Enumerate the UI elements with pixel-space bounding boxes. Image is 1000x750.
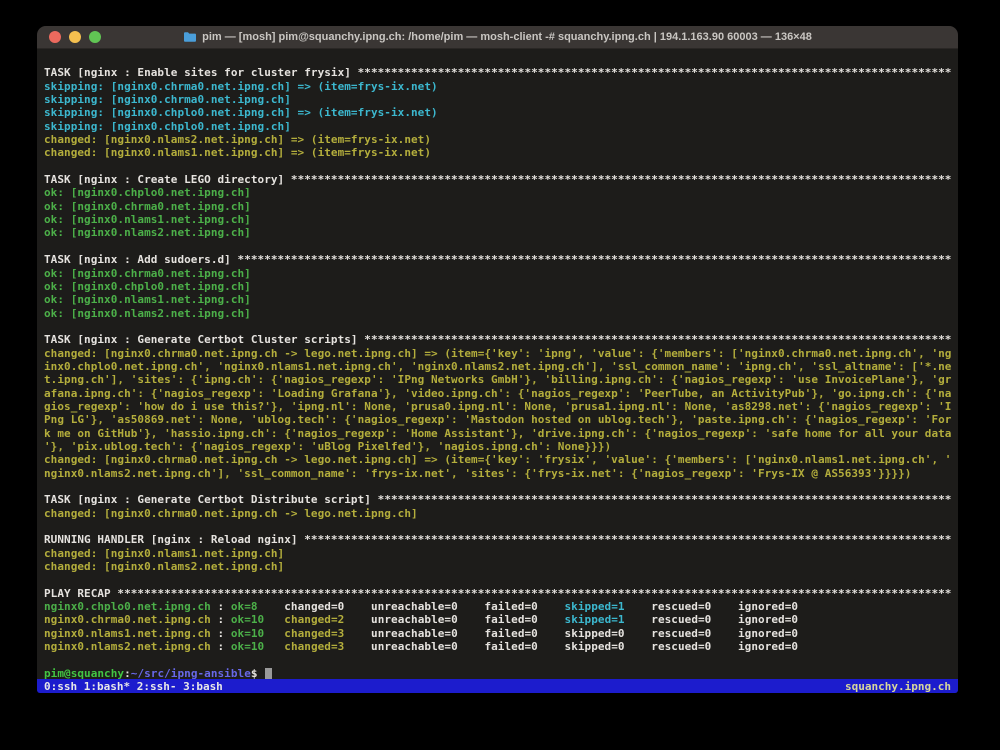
close-button[interactable] xyxy=(49,31,61,43)
terminal-line: changed: [nginx0.nlams2.net.ipng.ch] => … xyxy=(44,133,952,146)
folder-icon xyxy=(183,31,197,43)
terminal-line: nginx0.chplo0.net.ipng.ch : ok=8 changed… xyxy=(44,600,952,613)
tmux-window-list: 0:ssh 1:bash* 2:ssh- 3:bash xyxy=(44,680,223,693)
terminal-line xyxy=(44,480,952,493)
terminal-line: changed: [nginx0.chrma0.net.ipng.ch -> l… xyxy=(44,453,952,466)
zoom-button[interactable] xyxy=(89,31,101,43)
terminal-output[interactable]: TASK [nginx : Enable sites for cluster f… xyxy=(37,49,958,679)
terminal-line: skipping: [nginx0.chrma0.net.ipng.ch] xyxy=(44,93,952,106)
terminal-line: skipping: [nginx0.chrma0.net.ipng.ch] =>… xyxy=(44,80,952,93)
terminal-line: ok: [nginx0.nlams1.net.ipng.ch] xyxy=(44,213,952,226)
terminal-line: ok: [nginx0.nlams2.net.ipng.ch] xyxy=(44,226,952,239)
terminal-line: changed: [nginx0.chrma0.net.ipng.ch -> l… xyxy=(44,347,952,360)
terminal-line: nginx0.chrma0.net.ipng.ch : ok=10 change… xyxy=(44,613,952,626)
terminal-line xyxy=(44,520,952,533)
window-title-text: pim — [mosh] pim@squanchy.ipng.ch: /home… xyxy=(202,31,812,43)
terminal-line: k me on GitHub'}, 'hassio.ipng.ch': {'na… xyxy=(44,427,952,440)
terminal-line: inx0.chplo0.net.ipng.ch', 'nginx0.nlams1… xyxy=(44,360,952,373)
terminal-line: ok: [nginx0.chrma0.net.ipng.ch] xyxy=(44,200,952,213)
tmux-status-bar: 0:ssh 1:bash* 2:ssh- 3:bash squanchy.ipn… xyxy=(37,679,958,693)
terminal-line: ok: [nginx0.nlams2.net.ipng.ch] xyxy=(44,307,952,320)
terminal-line: TASK [nginx : Generate Certbot Distribut… xyxy=(44,493,952,506)
terminal-line: nginx0.nlams1.net.ipng.ch : ok=10 change… xyxy=(44,627,952,640)
terminal-line: ok: [nginx0.nlams1.net.ipng.ch] xyxy=(44,293,952,306)
terminal-line: changed: [nginx0.nlams1.net.ipng.ch] => … xyxy=(44,146,952,159)
terminal-line: skipping: [nginx0.chplo0.net.ipng.ch] =>… xyxy=(44,106,952,119)
terminal-line xyxy=(44,53,952,66)
terminal-line xyxy=(44,653,952,666)
terminal-line: RUNNING HANDLER [nginx : Reload nginx] *… xyxy=(44,533,952,546)
terminal-line xyxy=(44,240,952,253)
terminal-window: pim — [mosh] pim@squanchy.ipng.ch: /home… xyxy=(37,26,958,693)
terminal-line: changed: [nginx0.chrma0.net.ipng.ch -> l… xyxy=(44,507,952,520)
terminal-line: nginx0.nlams2.net.ipng.ch'], 'ssl_common… xyxy=(44,467,952,480)
terminal-line: pim@squanchy:~/src/ipng-ansible$ xyxy=(44,667,952,679)
terminal-line: skipping: [nginx0.chplo0.net.ipng.ch] xyxy=(44,120,952,133)
window-title: pim — [mosh] pim@squanchy.ipng.ch: /home… xyxy=(37,31,958,43)
terminal-line xyxy=(44,573,952,586)
terminal-line xyxy=(44,320,952,333)
traffic-lights xyxy=(37,31,101,43)
terminal-line: TASK [nginx : Create LEGO directory] ***… xyxy=(44,173,952,186)
desktop-background: pim — [mosh] pim@squanchy.ipng.ch: /home… xyxy=(0,0,1000,750)
terminal-line: ok: [nginx0.chrma0.net.ipng.ch] xyxy=(44,267,952,280)
terminal-line: ok: [nginx0.chplo0.net.ipng.ch] xyxy=(44,280,952,293)
terminal-line: TASK [nginx : Add sudoers.d] ***********… xyxy=(44,253,952,266)
terminal-line: Png LG'}, 'as50869.net': None, 'ublog.te… xyxy=(44,413,952,426)
window-titlebar: pim — [mosh] pim@squanchy.ipng.ch: /home… xyxy=(37,26,958,49)
terminal-line: '}, 'pix.ublog.tech': {'nagios_regexp': … xyxy=(44,440,952,453)
terminal-line: nginx0.nlams2.net.ipng.ch : ok=10 change… xyxy=(44,640,952,653)
minimize-button[interactable] xyxy=(69,31,81,43)
terminal-line: TASK [nginx : Enable sites for cluster f… xyxy=(44,66,952,79)
terminal-line: TASK [nginx : Generate Certbot Cluster s… xyxy=(44,333,952,346)
terminal-line: t.ipng.ch'], 'sites': {'ipng.ch': {'nagi… xyxy=(44,373,952,386)
terminal-line: changed: [nginx0.nlams1.net.ipng.ch] xyxy=(44,547,952,560)
terminal-line: PLAY RECAP *****************************… xyxy=(44,587,952,600)
terminal-line: afana.ipng.ch': {'nagios_regexp': 'Loadi… xyxy=(44,387,952,400)
cursor-block xyxy=(265,668,272,679)
terminal-line: ok: [nginx0.chplo0.net.ipng.ch] xyxy=(44,186,952,199)
terminal-line: changed: [nginx0.nlams2.net.ipng.ch] xyxy=(44,560,952,573)
terminal-line: gios_regexp': 'how do i use this?'}, 'ip… xyxy=(44,400,952,413)
tmux-hostname: squanchy.ipng.ch xyxy=(845,680,951,693)
terminal-line xyxy=(44,160,952,173)
